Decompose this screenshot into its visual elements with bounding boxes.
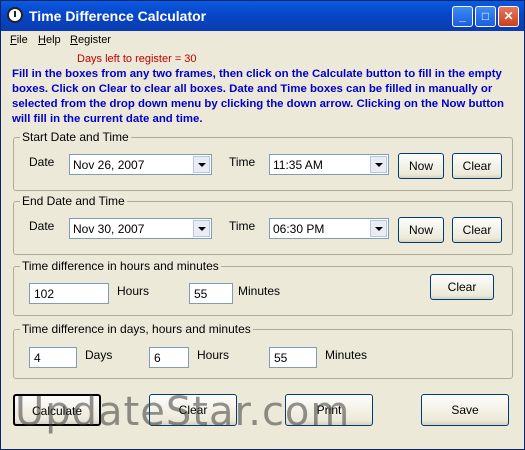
hm-minutes-label: Minutes [238,284,281,298]
hours-minutes-legend: Time difference in hours and minutes [20,259,221,273]
dhm-minutes-input[interactable]: 55 [269,347,317,368]
close-button[interactable]: ✕ [498,6,519,27]
chevron-down-icon[interactable] [370,156,387,173]
end-time-label: Time [229,219,256,233]
dhm-days-input[interactable]: 4 [29,347,77,368]
days-left-notice: Days left to register = 30 [77,53,197,65]
clock-icon [7,7,23,23]
chevron-down-icon[interactable] [370,220,387,237]
watermark: UpdateStar.com [15,389,351,435]
title-bar[interactable]: Time Difference Calculator _ □ ✕ [1,1,524,31]
minimize-button[interactable]: _ [452,6,473,27]
chevron-down-icon[interactable] [193,220,210,237]
start-date-label: Date [29,155,55,169]
end-date-select[interactable]: Nov 30, 2007 [69,218,212,239]
hm-clear-button[interactable]: Clear [430,274,494,300]
start-date-select[interactable]: Nov 26, 2007 [69,154,212,175]
menu-help[interactable]: Help [38,34,61,46]
hm-hours-label: Hours [117,284,150,298]
end-legend: End Date and Time [20,194,127,208]
menu-register[interactable]: Register [70,34,111,46]
app-window: Time Difference Calculator _ □ ✕ File He… [0,0,525,450]
dhm-minutes-label: Minutes [325,348,368,362]
start-clear-button[interactable]: Clear [452,153,502,179]
end-clear-button[interactable]: Clear [452,217,502,243]
days-hours-minutes-legend: Time difference in days, hours and minut… [20,322,253,336]
instructions-text: Fill in the boxes from any two frames, t… [12,68,504,125]
maximize-button[interactable]: □ [475,6,496,27]
chevron-down-icon[interactable] [193,156,210,173]
dhm-days-label: Days [85,348,113,362]
menu-bar: File Help Register [1,31,524,49]
end-time-select[interactable]: 06:30 PM [269,218,389,239]
end-date-label: Date [29,219,55,233]
start-time-label: Time [229,155,256,169]
start-legend: Start Date and Time [20,130,131,144]
window-title: Time Difference Calculator [29,8,207,24]
start-now-button[interactable]: Now [398,153,444,179]
hm-hours-input[interactable]: 102 [29,283,109,304]
hm-minutes-input[interactable]: 55 [189,283,233,304]
dhm-hours-input[interactable]: 6 [149,347,189,368]
save-button[interactable]: Save [421,394,509,426]
end-now-button[interactable]: Now [398,217,444,243]
start-time-select[interactable]: 11:35 AM [269,154,389,175]
menu-file[interactable]: File [10,34,28,46]
dhm-hours-label: Hours [197,348,230,362]
